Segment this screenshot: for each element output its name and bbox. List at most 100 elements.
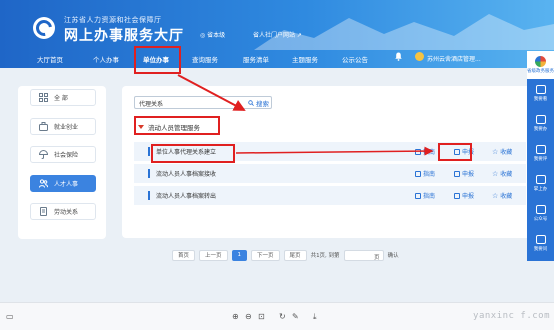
star-icon: ☆ (492, 191, 499, 200)
last-page-button[interactable]: 尾页 (283, 249, 307, 261)
site-title[interactable]: 网上办事服务大厅 (64, 25, 184, 45)
sidebar-item-employment[interactable]: 就业创业 (30, 118, 96, 135)
nav-item-service-list[interactable]: 服务清单 (243, 54, 269, 64)
star-icon: ☆ (492, 169, 499, 178)
guide-link[interactable]: 指南 (415, 147, 435, 156)
right-float-bar: 我要看 我要办 我要评 掌上办 公众号 我要问 (527, 51, 554, 261)
bell-icon[interactable] (395, 52, 402, 61)
service-name[interactable]: 流动人员人事档案转出 (156, 191, 216, 200)
category-sidebar: 全 部 就业创业 社会保险 人才人事 劳动关系 (18, 86, 106, 239)
next-page-button[interactable]: 下一页 (251, 249, 280, 261)
star-icon: ☆ (492, 147, 499, 156)
rightbar-item-ask[interactable]: 我要问 (527, 229, 554, 257)
people-icon (39, 179, 48, 188)
search-button[interactable]: 搜索 (248, 98, 269, 108)
apply-button[interactable]: 申报 (454, 169, 474, 178)
nav-item-query[interactable]: 查询服务 (192, 54, 218, 64)
location-selector[interactable]: ◎ 省本级 (200, 30, 225, 39)
rightbar-label: 我要办 (533, 126, 548, 132)
edit-icon[interactable]: ✎ (292, 312, 299, 321)
guide-label: 指南 (423, 193, 436, 200)
rightbar-label: 我要问 (533, 246, 548, 252)
fit-page-icon[interactable]: ⊡ (258, 312, 265, 321)
nav-item-notices[interactable]: 公示公告 (342, 54, 368, 64)
sidebar-item-labor-relations[interactable]: 劳动关系 (30, 203, 96, 220)
service-row[interactable]: 流动人员人事档案接收 指南 申报 ☆ 收藏 (134, 164, 526, 183)
page-suffix: 页 (374, 254, 380, 261)
guide-link[interactable]: 指南 (415, 169, 435, 178)
sidebar-toggle-icon[interactable]: ▭ (6, 312, 14, 321)
rightbar-top-label: 省级政务服务 (527, 69, 554, 74)
guide-link[interactable]: 指南 (415, 191, 435, 200)
guide-label: 指南 (423, 171, 436, 178)
pagination: 首页 上一页 1 下一页 尾页 共1页, 到第 页 确认 (172, 249, 399, 261)
rightbar-item-handle[interactable]: 我要办 (527, 109, 554, 137)
apply-button[interactable]: 申报 (454, 191, 474, 200)
highlight-box-nav (134, 46, 181, 74)
monitor-icon (535, 84, 546, 94)
umbrella-icon (39, 150, 48, 159)
phone-icon (535, 174, 546, 184)
highlight-box-group (134, 116, 220, 135)
favorite-button[interactable]: ☆ 收藏 (492, 169, 512, 178)
rightbar-item-mobile[interactable]: 掌上办 (527, 169, 554, 197)
rightbar-label: 公众号 (533, 216, 548, 222)
grid-icon (39, 93, 48, 102)
sidebar-item-label: 全 部 (54, 95, 68, 102)
row-marker (148, 147, 150, 156)
favorite-button[interactable]: ☆ 收藏 (492, 147, 512, 156)
guide-icon (415, 192, 421, 199)
wechat-icon (535, 204, 546, 214)
avatar[interactable] (415, 52, 424, 61)
nav-item-topics[interactable]: 主题服务 (292, 54, 318, 64)
search-input[interactable] (139, 98, 239, 108)
row-marker (148, 169, 150, 178)
page-jump-input[interactable]: 页 (343, 249, 384, 261)
first-page-button[interactable]: 首页 (172, 249, 196, 261)
nav-item-home[interactable]: 大厅首页 (37, 54, 63, 64)
question-icon (535, 234, 546, 244)
apply-icon (454, 170, 460, 177)
apply-icon (454, 192, 460, 199)
zoom-out-icon[interactable]: ⊖ (245, 312, 252, 321)
favorite-button[interactable]: ☆ 收藏 (492, 191, 512, 200)
search-box: 搜索 (134, 96, 272, 109)
prev-page-button[interactable]: 上一页 (199, 249, 228, 261)
highlight-box-apply (438, 143, 472, 161)
sidebar-item-talent[interactable]: 人才人事 (30, 175, 96, 192)
row-marker (148, 191, 150, 200)
sidebar-item-label: 社会保险 (54, 152, 79, 159)
apply-label: 申报 (462, 193, 475, 200)
viewer-toolbar: ▭ ⊕ ⊖ ⊡ ↻ ✎ ⤓ yanxinc f.com (0, 302, 554, 330)
nav-item-personal[interactable]: 个人办事 (93, 54, 119, 64)
guide-icon (415, 170, 421, 177)
rightbar-top-provincial[interactable]: 省级政务服务 (527, 51, 554, 79)
guide-icon (415, 148, 421, 155)
service-name[interactable]: 流动人员人事档案接收 (156, 169, 216, 178)
sidebar-item-social-insurance[interactable]: 社会保险 (30, 146, 96, 163)
page-summary: 共1页, 到第 (310, 253, 340, 259)
zoom-in-icon[interactable]: ⊕ (232, 312, 239, 321)
search-icon (248, 100, 254, 106)
rightbar-item-evaluate[interactable]: 我要评 (527, 139, 554, 167)
favorite-label: 收藏 (500, 171, 513, 178)
page-confirm-button[interactable]: 确认 (388, 251, 399, 259)
user-name[interactable]: 苏州云舍酒店管理... (427, 54, 481, 63)
desktop-icon (535, 114, 546, 124)
apply-label: 申报 (462, 171, 475, 178)
download-icon[interactable]: ⤓ (313, 312, 317, 322)
comment-icon (535, 144, 546, 154)
guide-label: 指南 (423, 149, 436, 156)
site-logo[interactable] (32, 16, 56, 40)
sidebar-item-all[interactable]: 全 部 (30, 89, 96, 106)
search-button-label: 搜索 (256, 100, 269, 108)
favorite-label: 收藏 (500, 193, 513, 200)
rightbar-item-wechat[interactable]: 公众号 (527, 199, 554, 227)
portal-link[interactable]: 省人社门户网站 ↗ (253, 30, 302, 39)
rightbar-item-view[interactable]: 我要看 (527, 79, 554, 107)
page-number-current[interactable]: 1 (231, 249, 248, 261)
rightbar-label: 我要看 (533, 96, 548, 102)
rightbar-label: 掌上办 (533, 186, 548, 192)
service-row[interactable]: 流动人员人事档案转出 指南 申报 ☆ 收藏 (134, 186, 526, 205)
rotate-icon[interactable]: ↻ (279, 312, 286, 321)
